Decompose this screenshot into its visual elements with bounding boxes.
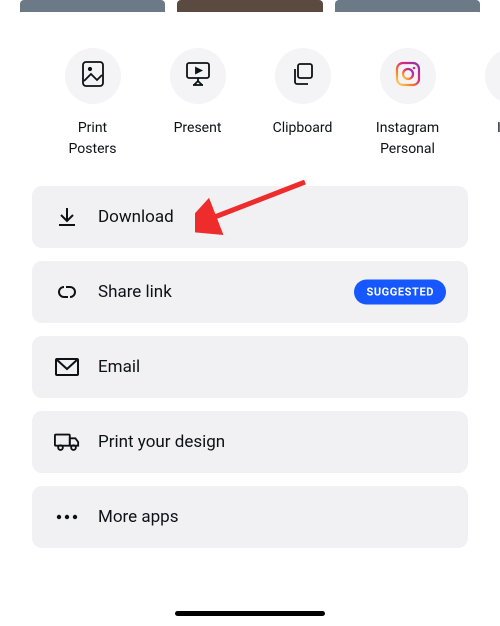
share-target-label: PrintPosters bbox=[69, 118, 117, 160]
image-icon bbox=[82, 61, 104, 91]
download-button[interactable]: Download bbox=[32, 186, 468, 248]
share-target-instagram-business[interactable]: InstaBusi bbox=[460, 48, 500, 160]
share-target-instagram-personal[interactable]: InstagramPersonal bbox=[355, 48, 460, 160]
share-sheet: PrintPosters Present bbox=[0, 12, 500, 626]
share-target-print-posters[interactable]: PrintPosters bbox=[40, 48, 145, 160]
truck-icon bbox=[54, 432, 80, 452]
share-target-label: Present bbox=[174, 118, 222, 139]
action-label: Share link bbox=[98, 282, 172, 302]
share-target-present[interactable]: Present bbox=[145, 48, 250, 160]
instagram-icon bbox=[395, 61, 421, 91]
share-targets-scroll[interactable]: PrintPosters Present bbox=[0, 48, 500, 160]
action-label: Email bbox=[98, 357, 140, 377]
share-target-label: InstagramPersonal bbox=[376, 118, 439, 160]
link-icon bbox=[54, 283, 80, 301]
share-link-button[interactable]: Share link SUGGESTED bbox=[32, 261, 468, 323]
more-apps-button[interactable]: More apps bbox=[32, 486, 468, 548]
more-icon bbox=[54, 514, 80, 520]
suggested-badge: SUGGESTED bbox=[354, 280, 446, 305]
print-button[interactable]: Print your design bbox=[32, 411, 468, 473]
present-icon bbox=[185, 62, 211, 90]
clipboard-icon bbox=[291, 62, 315, 90]
download-icon bbox=[54, 206, 80, 228]
share-target-clipboard[interactable]: Clipboard bbox=[250, 48, 355, 160]
action-label: More apps bbox=[98, 507, 178, 527]
email-icon bbox=[54, 358, 80, 376]
action-label: Print your design bbox=[98, 432, 225, 452]
home-indicator[interactable] bbox=[175, 611, 325, 616]
action-list: Download Share link SUGGESTED Email bbox=[0, 160, 500, 548]
email-button[interactable]: Email bbox=[32, 336, 468, 398]
share-target-label: Clipboard bbox=[273, 118, 333, 139]
action-label: Download bbox=[98, 207, 174, 227]
